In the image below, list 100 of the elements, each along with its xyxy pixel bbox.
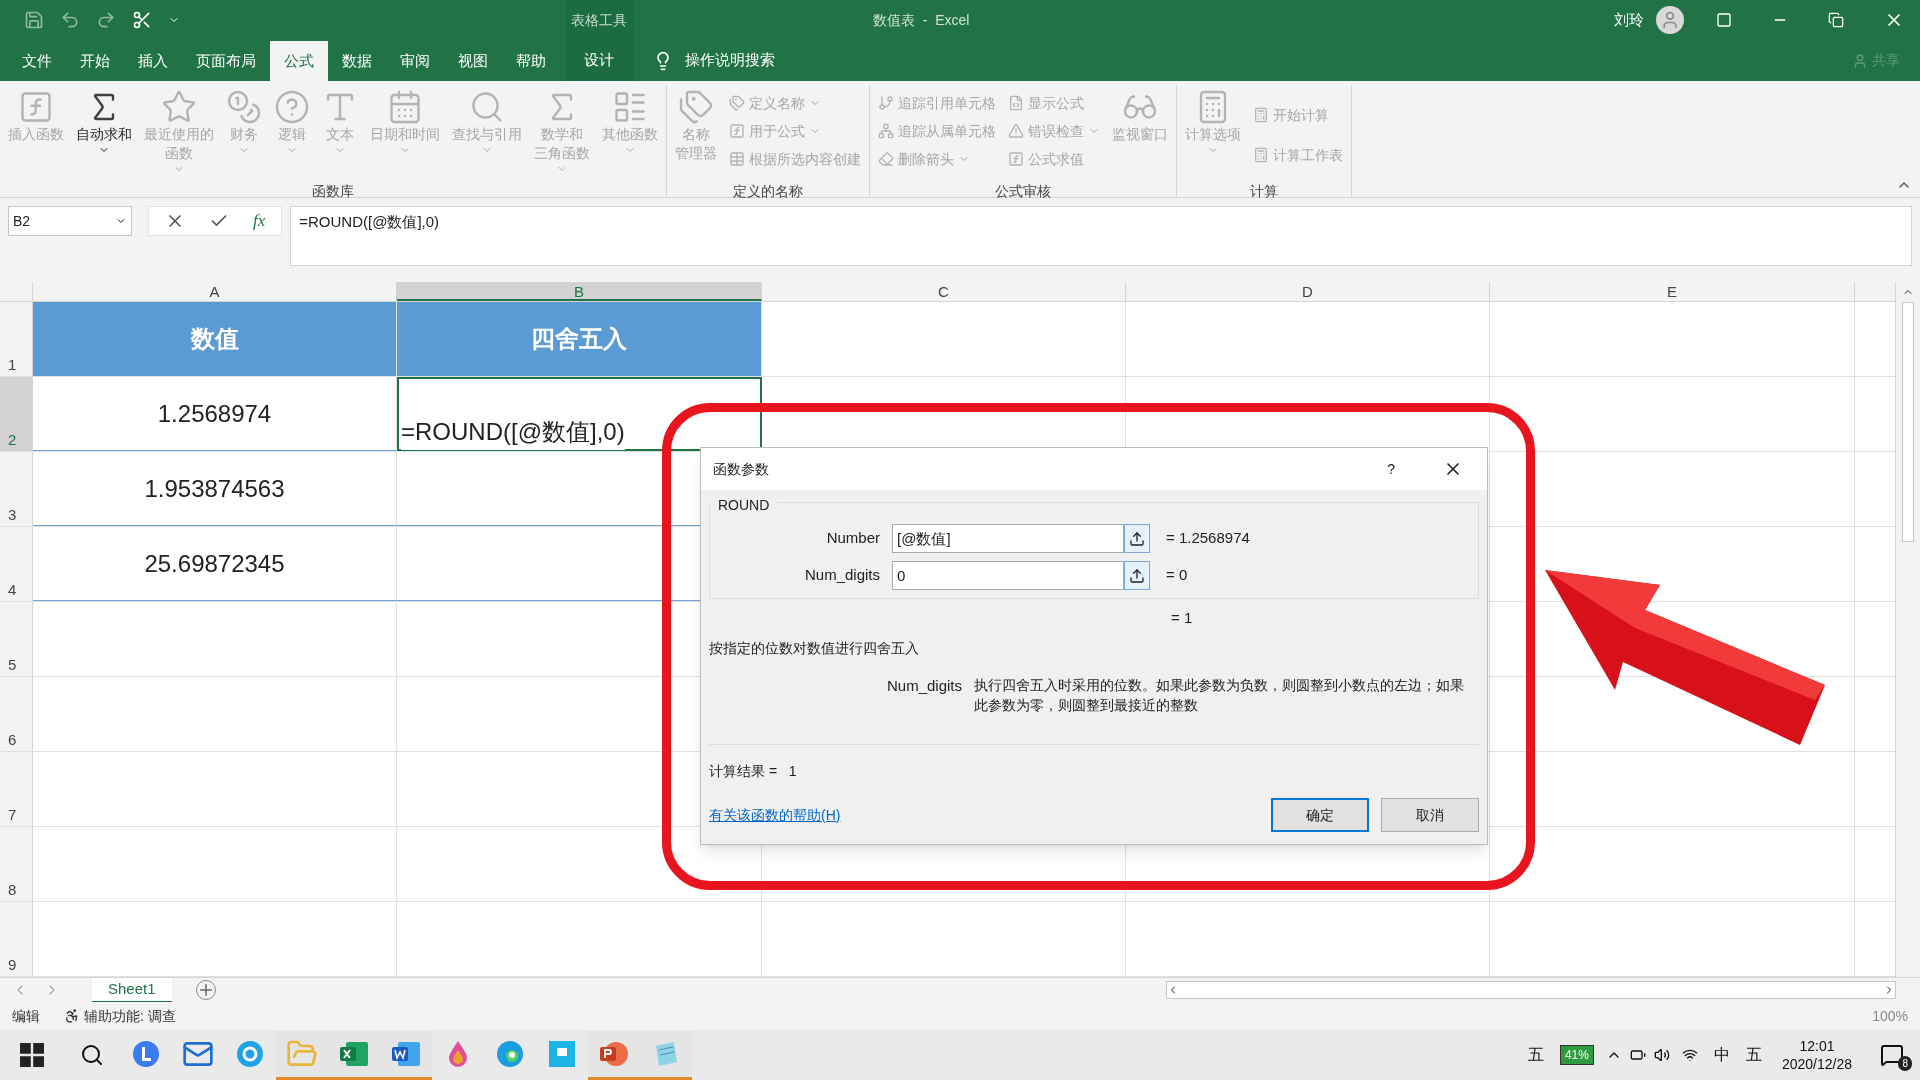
table-cell-text: 1.2568974: [157, 398, 272, 429]
ime-language[interactable]: 中: [1713, 1043, 1730, 1067]
taskbar-button[interactable]: [276, 1030, 328, 1080]
column-header[interactable]: D: [1126, 282, 1490, 301]
collapse-button[interactable]: [1124, 524, 1150, 553]
argument-field[interactable]: 0: [892, 561, 1124, 590]
ribbon-tab[interactable]: 审阅: [386, 41, 444, 81]
calendar-icon: [387, 89, 423, 125]
cut-icon[interactable]: [132, 10, 152, 30]
ribbon-tab[interactable]: 插入: [124, 41, 182, 81]
search-icon[interactable]: [80, 1043, 104, 1067]
column-header[interactable]: B: [397, 282, 762, 301]
ribbon-tab[interactable]: 视图: [444, 41, 502, 81]
status-mode: 编辑: [12, 1006, 40, 1026]
taskbar-button[interactable]: [640, 1030, 692, 1080]
group-label: 计算: [1249, 182, 1279, 201]
battery-icon[interactable]: [1629, 1047, 1646, 1063]
argument-label: Number: [825, 528, 881, 549]
function-icon: [729, 123, 745, 139]
group-label: 函数库: [311, 182, 355, 201]
accessibility-status[interactable]: 辅助功能: 调查: [84, 1005, 176, 1027]
row-header[interactable]: 7: [0, 752, 33, 826]
header-cell-text: 数值: [190, 324, 239, 354]
avatar-icon[interactable]: [1656, 6, 1684, 34]
zoom-level[interactable]: 100%: [1872, 1005, 1908, 1027]
row-header[interactable]: 2: [0, 377, 33, 451]
table-cell-text: 1.953874563: [144, 473, 285, 504]
code-icon: [1008, 95, 1024, 111]
ribbon-tab[interactable]: 公式: [270, 41, 328, 81]
formula-result: = 1: [1171, 608, 1194, 628]
calculation-result: 计算结果 = 1: [709, 763, 797, 779]
row-header[interactable]: 1: [0, 302, 33, 376]
ribbon-tab[interactable]: 页面布局: [182, 41, 270, 81]
contextual-group-label: 表格工具: [570, 10, 628, 30]
list-icon: [612, 89, 648, 125]
dialog-button[interactable]: 取消: [1381, 798, 1479, 832]
table-icon: [729, 151, 745, 167]
collapse-button[interactable]: [1124, 561, 1150, 590]
taskbar-button[interactable]: [380, 1030, 432, 1080]
taskbar-button[interactable]: [588, 1030, 640, 1080]
window-title: 数值表 - Excel: [873, 10, 970, 30]
eraser-icon: [878, 151, 894, 167]
clock-date[interactable]: 2020/12/28: [1781, 1055, 1852, 1073]
tag-icon: [729, 95, 745, 111]
row-header[interactable]: 4: [0, 527, 33, 601]
tag-icon: [678, 89, 714, 125]
tell-me-search[interactable]: 操作说明搜索: [685, 49, 775, 72]
ribbon-tab[interactable]: 数据: [328, 41, 386, 81]
table-cell-text: 25.69872345: [144, 548, 285, 579]
user-name: 刘玲: [1614, 9, 1644, 30]
notifications-icon[interactable]: [1880, 1043, 1904, 1067]
ime-mode[interactable]: 五: [1745, 1043, 1762, 1067]
coins-icon: [226, 89, 262, 125]
argument-result: = 0: [1166, 565, 1188, 586]
ribbon-tab[interactable]: 开始: [66, 41, 124, 81]
ribbon-button[interactable]: 自动求和: [72, 85, 136, 185]
row-header[interactable]: 9: [0, 902, 33, 976]
sheet-tab[interactable]: Sheet1: [92, 977, 172, 1003]
warning-icon: [1008, 123, 1024, 139]
help-link[interactable]: 有关该函数的帮助(H): [709, 804, 841, 826]
start-icon[interactable]: [20, 1043, 44, 1067]
save-icon[interactable]: [24, 10, 44, 30]
ribbon-display-icon[interactable]: [1716, 12, 1732, 28]
dialog-button[interactable]: 确定: [1271, 798, 1369, 832]
function-icon: [18, 89, 54, 125]
upload-icon: [1129, 530, 1145, 547]
upload-icon: [1129, 567, 1145, 584]
restore-icon[interactable]: [1828, 12, 1844, 28]
branch-icon: [878, 95, 894, 111]
row-header[interactable]: 3: [0, 452, 33, 526]
formula-field[interactable]: =ROUND([@数值],0): [290, 206, 1912, 266]
argument-help: 执行四舍五入时采用的位数。如果此参数为负数，则圆整到小数点的左边；如果此参数为零，则圆整到最接近的整数: [974, 675, 1466, 715]
column-header[interactable]: E: [1490, 282, 1855, 301]
row-header[interactable]: 5: [0, 602, 33, 676]
scroll-thumb[interactable]: [1902, 302, 1914, 542]
function-icon: [1008, 151, 1024, 167]
header-cell-text: 四舍五入: [531, 324, 627, 354]
name-box[interactable]: B2: [8, 206, 132, 236]
clock-time[interactable]: 12:01: [1799, 1037, 1835, 1055]
volume-icon[interactable]: [1653, 1047, 1670, 1063]
row-header[interactable]: 8: [0, 827, 33, 901]
argument-field[interactable]: [@数值]: [892, 524, 1124, 553]
accessibility-icon: [64, 1008, 80, 1024]
function-description: 按指定的位数对数值进行四舍五入: [709, 638, 920, 658]
ribbon-tab[interactable]: 帮助: [502, 41, 560, 81]
group-label: 公式审核: [994, 182, 1052, 201]
row-header[interactable]: 6: [0, 677, 33, 751]
ime-mode[interactable]: 五: [1527, 1043, 1544, 1067]
battery-indicator[interactable]: 41%: [1559, 1045, 1594, 1065]
redo-icon[interactable]: [96, 10, 116, 30]
column-header[interactable]: C: [762, 282, 1126, 301]
ribbon-tab[interactable]: 设计: [565, 40, 633, 81]
argument-label: Num_digits: [803, 565, 881, 586]
calculator-icon: [1253, 107, 1269, 123]
undo-icon[interactable]: [60, 10, 80, 30]
notification-count: 8: [1898, 1056, 1912, 1071]
ribbon-tab[interactable]: 文件: [8, 41, 66, 81]
insert-function-button[interactable]: fx: [253, 208, 266, 234]
help-button[interactable]: ?: [1387, 458, 1395, 480]
wifi-icon[interactable]: [1681, 1047, 1698, 1063]
